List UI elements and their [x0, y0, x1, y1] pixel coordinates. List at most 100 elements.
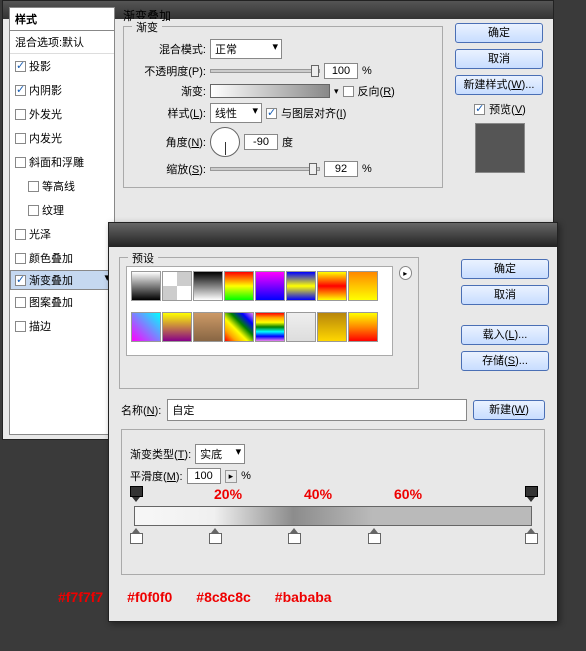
opacity-input[interactable]: 100 — [324, 63, 358, 79]
style-item-斜面和浮雕[interactable]: 斜面和浮雕 — [10, 150, 114, 174]
preset-swatch-12[interactable] — [255, 312, 285, 342]
gradient-bar-editor[interactable] — [134, 498, 532, 532]
ge-new-button[interactable]: 新建(W) — [473, 400, 545, 420]
style-checkbox[interactable] — [15, 275, 26, 286]
style-checkbox[interactable] — [15, 253, 26, 264]
angle-input[interactable]: -90 — [244, 134, 278, 150]
scale-input[interactable]: 92 — [324, 161, 358, 177]
style-item-等高线[interactable]: 等高线 — [10, 174, 114, 198]
new-style-button[interactable]: 新建样式(W)... — [455, 75, 543, 95]
preset-swatch-7[interactable] — [348, 271, 378, 301]
angle-dial[interactable] — [210, 127, 240, 157]
color-stop-0[interactable] — [130, 528, 141, 542]
button-panel: 确定 取消 新建样式(W)... 预览(V) — [455, 23, 545, 179]
style-label: 样式(L): — [130, 105, 206, 121]
preset-swatch-13[interactable] — [286, 312, 316, 342]
smoothness-stepper[interactable]: ▸ — [225, 470, 238, 483]
preset-swatch-15[interactable] — [348, 312, 378, 342]
preset-grid — [126, 266, 393, 356]
scale-slider[interactable] — [210, 167, 320, 171]
ge-cancel-button[interactable]: 取消 — [461, 285, 549, 305]
preview-swatch — [475, 123, 525, 173]
opacity-stop-right[interactable] — [525, 488, 536, 502]
smoothness-input[interactable]: 100 — [187, 468, 221, 484]
blend-mode-label: 混合模式: — [130, 41, 206, 57]
color-stop-20[interactable] — [209, 528, 220, 542]
gradient-track[interactable] — [134, 506, 532, 526]
preset-menu-icon[interactable]: ▸ — [399, 266, 412, 280]
style-item-图案叠加[interactable]: 图案叠加 — [10, 290, 114, 314]
style-checkbox[interactable] — [15, 321, 26, 332]
preset-swatch-9[interactable] — [162, 312, 192, 342]
name-label: 名称(N): — [121, 402, 161, 418]
gradient-overlay-panel: 渐变叠加 渐变 混合模式: 正常 不透明度(P): 100 % 渐变: ▾ 反向… — [123, 7, 443, 217]
opacity-stop-left[interactable] — [130, 488, 141, 502]
opacity-slider[interactable] — [210, 69, 320, 73]
align-layer-label: 与图层对齐(I) — [281, 105, 346, 121]
preset-swatch-6[interactable] — [317, 271, 347, 301]
style-select[interactable]: 线性 — [210, 103, 262, 123]
gradient-type-select[interactable]: 实底 — [195, 444, 245, 464]
blend-mode-select[interactable]: 正常 — [210, 39, 282, 59]
style-checkbox[interactable] — [15, 229, 26, 240]
smoothness-label: 平滑度(M): — [130, 468, 183, 484]
style-checkbox[interactable] — [15, 133, 26, 144]
opacity-label: 不透明度(P): — [130, 63, 206, 79]
gradient-editor-dialog: 预设 ▸ 确定 取消 载入(L)... 存储(S)... 名称(N): 自定 新… — [108, 222, 558, 622]
blend-options-item[interactable]: 混合选项:默认 — [10, 31, 114, 54]
preset-swatch-3[interactable] — [224, 271, 254, 301]
color-stop-60[interactable] — [368, 528, 379, 542]
style-item-描边[interactable]: 描边 — [10, 314, 114, 338]
preset-swatch-5[interactable] — [286, 271, 316, 301]
gradient-preview-bar[interactable] — [210, 84, 330, 98]
gradient-type-label: 渐变类型(T): — [130, 446, 191, 462]
name-input[interactable]: 自定 — [167, 399, 467, 421]
preset-swatch-4[interactable] — [255, 271, 285, 301]
ge-ok-button[interactable]: 确定 — [461, 259, 549, 279]
preset-swatch-8[interactable] — [131, 312, 161, 342]
gradient-buttons: 确定 取消 载入(L)... 存储(S)... — [461, 259, 547, 377]
color-stop-100[interactable] — [525, 528, 536, 542]
style-checkbox[interactable] — [28, 181, 39, 192]
preview-checkbox[interactable] — [474, 104, 485, 115]
style-checkbox[interactable] — [15, 61, 26, 72]
style-item-投影[interactable]: 投影 — [10, 54, 114, 78]
style-item-纹理[interactable]: 纹理 — [10, 198, 114, 222]
angle-label: 角度(N): — [130, 134, 206, 150]
align-layer-checkbox[interactable] — [266, 108, 277, 119]
styles-list-panel: 样式 混合选项:默认 投影内阴影外发光内发光斜面和浮雕等高线纹理光泽颜色叠加渐变… — [9, 7, 115, 435]
styles-header: 样式 — [10, 8, 114, 31]
style-item-内阴影[interactable]: 内阴影 — [10, 78, 114, 102]
section-title: 渐变叠加 — [123, 7, 443, 24]
style-checkbox[interactable] — [15, 157, 26, 168]
style-item-外发光[interactable]: 外发光 — [10, 102, 114, 126]
style-checkbox[interactable] — [15, 85, 26, 96]
style-item-渐变叠加[interactable]: 渐变叠加 — [10, 270, 114, 290]
preset-swatch-2[interactable] — [193, 271, 223, 301]
reverse-checkbox[interactable] — [343, 86, 354, 97]
gradient-editor-titlebar[interactable] — [109, 223, 557, 247]
style-item-内发光[interactable]: 内发光 — [10, 126, 114, 150]
style-checkbox[interactable] — [15, 109, 26, 120]
style-checkbox[interactable] — [28, 205, 39, 216]
preset-swatch-0[interactable] — [131, 271, 161, 301]
gradient-label: 渐变: — [130, 83, 206, 99]
gradient-fieldset: 渐变 混合模式: 正常 不透明度(P): 100 % 渐变: ▾ 反向(R) 样… — [123, 26, 443, 188]
preset-swatch-10[interactable] — [193, 312, 223, 342]
ge-load-button[interactable]: 载入(L)... — [461, 325, 549, 345]
preset-swatch-14[interactable] — [317, 312, 347, 342]
style-item-颜色叠加[interactable]: 颜色叠加 — [10, 246, 114, 270]
style-checkbox[interactable] — [15, 297, 26, 308]
ok-button[interactable]: 确定 — [455, 23, 543, 43]
cancel-button[interactable]: 取消 — [455, 49, 543, 69]
style-item-光泽[interactable]: 光泽 — [10, 222, 114, 246]
preset-swatch-1[interactable] — [162, 271, 192, 301]
scale-label: 缩放(S): — [130, 161, 206, 177]
reverse-label: 反向(R) — [358, 83, 395, 99]
hex-annotations: #f7f7f7 #f0f0f0 #8c8c8c #bababa — [58, 589, 332, 605]
color-stop-40[interactable] — [288, 528, 299, 542]
gradient-type-fieldset: 渐变类型(T): 实底 平滑度(M): 100 ▸ % 20% 40% 60% — [121, 429, 545, 575]
ge-save-button[interactable]: 存储(S)... — [461, 351, 549, 371]
preset-fieldset: 预设 ▸ — [119, 257, 419, 389]
preset-swatch-11[interactable] — [224, 312, 254, 342]
